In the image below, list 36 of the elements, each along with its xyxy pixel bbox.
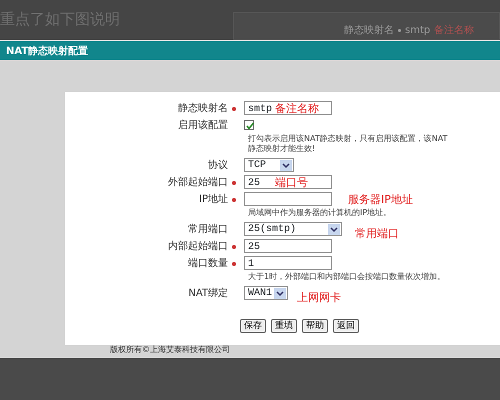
form-button[interactable]: 帮助 [302,319,328,333]
input-field[interactable]: 1 [244,256,332,270]
field-label: 外部起始端口 [167,176,229,190]
input-field[interactable] [244,192,332,206]
annotation: 端口号 [275,175,308,191]
hint-text: 局域网中作为服务器的计算机的IP地址。 [248,208,392,218]
field-label: 启用该配置 [177,118,229,132]
background-annotation: 备注名称 [434,24,474,38]
hint-text: 打勾表示启用该NAT静态映射，只有启用该配置，该NAT静态映射才能生效! [248,134,448,154]
background-value: smtp [405,24,430,38]
annotation: 服务器IP地址 [348,192,413,208]
dropdown[interactable]: WAN1 [244,286,288,300]
dialog-title: NAT静态映射配置 [0,40,500,60]
field-label: 常用端口 [187,222,229,236]
chevron-icon [274,288,286,298]
form-button[interactable]: 保存 [240,319,266,333]
field-label: 协议 [207,158,229,172]
field-label: IP地址 [198,192,229,206]
background-label: 静态映射名 [344,24,394,38]
field-label: 内部起始端口 [167,240,229,254]
chevron-icon [280,160,292,170]
annotation: 上网网卡 [297,290,341,306]
hint-text: 大于1时，外部端口和内部端口会按端口数量依次增加。 [248,272,446,282]
annotation: 备注名称 [275,101,319,117]
dropdown[interactable]: 25(smtp) [244,222,342,236]
chevron-icon [328,224,340,234]
field-label: NAT绑定 [187,286,229,300]
field-label: 静态映射名 [177,102,229,116]
dropdown[interactable]: TCP [244,158,294,172]
field-label: 端口数量 [187,256,229,270]
form-button[interactable]: 返回 [333,319,359,333]
input-field[interactable]: 25 [244,239,332,253]
copyright-text: 版权所有©上海艾泰科技有限公司 [110,344,230,356]
form-button[interactable]: 重填 [271,319,297,333]
checkbox[interactable] [244,120,254,130]
annotation: 常用端口 [355,226,399,242]
